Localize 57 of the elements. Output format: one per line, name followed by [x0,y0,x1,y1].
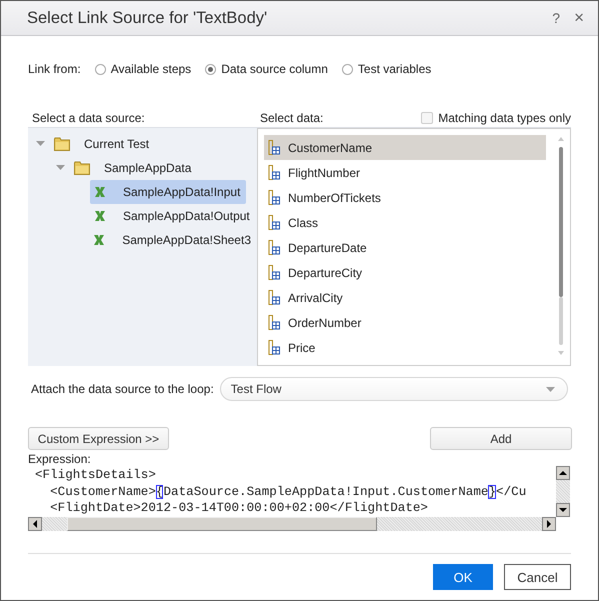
column-icon [268,340,280,355]
radio-button[interactable] [342,64,353,74]
add-button[interactable]: Add [430,427,572,450]
tree-item[interactable]: Current Test [50,132,156,156]
link-from-label: Link from: [28,62,81,76]
column-icon [268,315,280,330]
column-icon [268,265,280,280]
code-line[interactable]: <FlightDate>2012-03-14T00:00:00+02:00</FlightDate> [35,500,428,516]
source-label: Select a data source: [31,111,146,125]
custom-expression-button[interactable]: Custom Expression >> [28,427,169,450]
expression-label: Expression: [28,452,92,466]
data-column-item[interactable]: DepartureDate [264,235,546,260]
radio-label[interactable]: Available steps [110,62,192,76]
radio-label[interactable]: Data source column [221,62,328,76]
data-column-item[interactable]: CustomerName [264,135,546,160]
radio-label[interactable]: Test variables [358,62,432,76]
scroll-up-button[interactable] [556,466,570,480]
help-button[interactable]: ? [548,8,564,28]
data-column-item[interactable]: ArrivalCity [264,285,546,310]
window-title: Select Link Source for 'TextBody' [27,8,268,28]
data-label: Select data: [260,111,324,125]
scroll-left-button[interactable] [28,517,42,531]
tree-item[interactable]: SampleAppData [70,156,198,180]
folder-icon [54,137,70,151]
column-icon [268,215,280,230]
code-line[interactable]: <FlightsDetails> [35,467,156,484]
column-icon [268,290,280,305]
matching-types-checkbox[interactable]: Matching data types only [421,111,571,125]
data-column-item[interactable]: FlightNumber [264,160,546,185]
tree-item[interactable]: SampleAppData!Input [90,180,246,204]
close-button[interactable]: × [570,8,588,28]
data-column-item[interactable]: Class [264,210,546,235]
column-icon [268,190,280,205]
folder-icon [74,161,90,175]
data-column-item[interactable]: Price [264,335,546,360]
column-icon [268,140,280,155]
loop-label: Attach the data source to the loop: [31,382,214,396]
ok-button[interactable]: OK [433,564,493,590]
horizontal-scrollbar[interactable] [42,517,542,531]
tree-item[interactable]: SampleAppData!Output [90,204,256,228]
column-icon [268,240,280,255]
scroll-right-button[interactable] [542,517,556,531]
cancel-button[interactable]: Cancel [504,564,571,590]
scroll-down-button[interactable] [556,503,570,517]
spreadsheet-icon [94,210,106,222]
dropdown-arrow-icon [546,386,555,392]
loop-dropdown[interactable]: Test Flow [220,377,568,401]
spreadsheet-icon [93,234,106,246]
data-column-item[interactable]: DepartureCity [264,260,546,285]
column-icon [268,165,280,180]
data-column-item[interactable]: NumberOfTickets [264,185,546,210]
radio-button[interactable] [205,64,216,74]
tree-item[interactable]: SampleAppData!Sheet3 [89,228,257,252]
data-column-item[interactable]: OrderNumber [264,310,546,335]
radio-button[interactable] [94,64,106,74]
spreadsheet-icon [94,186,106,198]
code-line[interactable]: <CustomerName>{DataSource.SampleAppData!Input.CustomerName}</Cu [35,484,526,500]
